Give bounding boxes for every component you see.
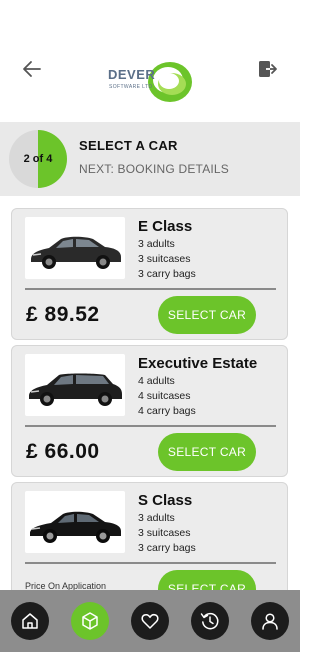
select-car-button[interactable]: SELECT CAR bbox=[158, 433, 256, 471]
heart-icon bbox=[141, 613, 159, 629]
divider bbox=[25, 288, 276, 290]
step-title: SELECT A CAR bbox=[79, 138, 178, 153]
select-car-button[interactable]: SELECT CAR bbox=[158, 296, 256, 334]
nav-home-button[interactable] bbox=[11, 602, 49, 640]
car-adults: 4 adults bbox=[138, 375, 175, 387]
logout-button[interactable] bbox=[258, 60, 278, 78]
car-card: Executive Estate 4 adults 4 suitcases 4 … bbox=[11, 345, 288, 477]
logout-icon bbox=[259, 61, 277, 77]
divider bbox=[25, 425, 276, 427]
step-progress-circle: 2 of 4 bbox=[9, 130, 67, 188]
step-progress-bar: 2 of 4 SELECT A CAR NEXT: BOOKING DETAIL… bbox=[0, 122, 300, 196]
car-card: E Class 3 adults 3 suitcases 3 carry bag… bbox=[11, 208, 288, 340]
car-image-e-class bbox=[25, 217, 125, 279]
car-name: Executive Estate bbox=[138, 355, 258, 372]
arrow-left-icon bbox=[23, 61, 41, 77]
back-button[interactable] bbox=[22, 60, 42, 78]
car-bags: 3 carry bags bbox=[138, 268, 196, 280]
company-logo: DEVER SOFTWARE LTD bbox=[106, 60, 194, 104]
bottom-navigation bbox=[0, 590, 300, 652]
select-car-button[interactable]: SELECT CAR bbox=[158, 570, 256, 590]
car-price: Price On Application bbox=[25, 581, 107, 590]
box-icon bbox=[82, 612, 98, 630]
car-adults: 3 adults bbox=[138, 512, 175, 524]
car-list[interactable]: E Class 3 adults 3 suitcases 3 carry bag… bbox=[0, 206, 300, 590]
car-price: £ 66.00 bbox=[26, 440, 100, 463]
car-name: E Class bbox=[138, 218, 193, 235]
nav-profile-button[interactable] bbox=[251, 602, 289, 640]
car-suitcases: 3 suitcases bbox=[138, 253, 191, 265]
nav-history-button[interactable] bbox=[191, 602, 229, 640]
svg-text:DEVER: DEVER bbox=[108, 67, 155, 82]
nav-booking-button[interactable] bbox=[71, 602, 109, 640]
car-adults: 3 adults bbox=[138, 238, 175, 250]
car-name: S Class bbox=[138, 492, 193, 509]
car-card: S Class 3 adults 3 suitcases 3 carry bag… bbox=[11, 482, 288, 590]
svg-text:SOFTWARE LTD: SOFTWARE LTD bbox=[109, 84, 152, 90]
home-icon bbox=[22, 613, 38, 629]
nav-favourites-button[interactable] bbox=[131, 602, 169, 640]
step-progress-label: 2 of 4 bbox=[23, 153, 53, 165]
app-header: DEVER SOFTWARE LTD bbox=[0, 0, 300, 122]
car-suitcases: 3 suitcases bbox=[138, 527, 191, 539]
history-icon bbox=[200, 612, 219, 630]
divider bbox=[25, 562, 276, 564]
car-image-s-class bbox=[25, 491, 125, 553]
car-bags: 3 carry bags bbox=[138, 542, 196, 554]
car-price: £ 89.52 bbox=[26, 303, 100, 326]
car-image-executive-estate bbox=[25, 354, 125, 416]
car-bags: 4 carry bags bbox=[138, 405, 196, 417]
car-suitcases: 4 suitcases bbox=[138, 390, 191, 402]
user-icon bbox=[262, 613, 278, 630]
step-next-label: NEXT: BOOKING DETAILS bbox=[79, 162, 230, 176]
